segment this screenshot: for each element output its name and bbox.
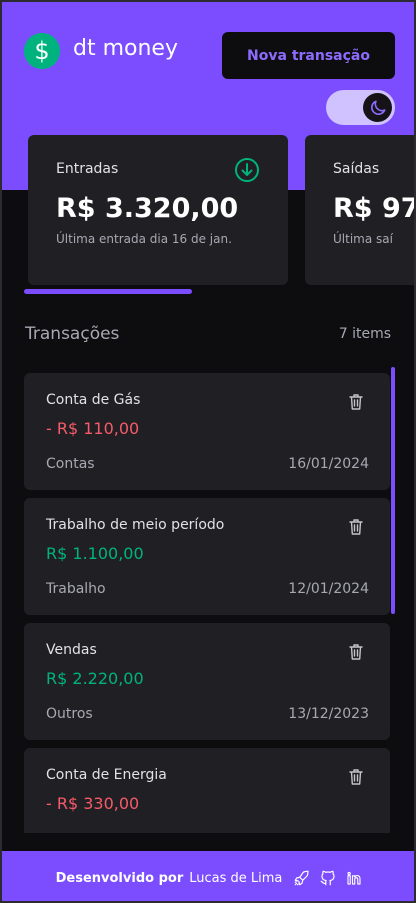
card-value: R$ 97 <box>333 193 416 224</box>
footer: Desenvolvido por Lucas de Lima <box>2 851 414 901</box>
rocket-icon[interactable] <box>292 868 312 888</box>
transaction-date: 13/12/2023 <box>288 706 369 722</box>
summary-cards: Entradas R$ 3.320,00 Última entrada dia … <box>2 135 416 285</box>
dollar-logo-icon: $ <box>24 33 60 69</box>
svg-text:$: $ <box>34 37 49 65</box>
moon-icon <box>363 93 392 122</box>
transaction-description: Conta de Energia <box>46 767 167 783</box>
new-transaction-button[interactable]: Nova transação <box>222 32 395 79</box>
transaction-card[interactable]: Conta de Gás - R$ 110,00 Contas 16/01/20… <box>24 373 390 490</box>
trash-icon[interactable] <box>348 768 364 786</box>
card-subtitle: Última saí <box>333 232 393 246</box>
transaction-category: Outros <box>46 706 93 722</box>
trash-icon[interactable] <box>348 518 364 536</box>
transaction-description: Conta de Gás <box>46 392 141 408</box>
transaction-amount: - R$ 330,00 <box>46 794 140 813</box>
transactions-title: Transações <box>25 324 120 344</box>
transaction-category: Contas <box>46 456 95 472</box>
card-label: Saídas <box>333 161 380 177</box>
app-frame: $ dt money Nova transação Entradas R$ 3.… <box>0 0 416 903</box>
card-subtitle: Última entrada dia 16 de jan. <box>56 232 232 246</box>
summary-card-outcome: Saídas R$ 97 Última saí <box>305 135 416 285</box>
theme-toggle[interactable] <box>326 90 395 125</box>
card-value: R$ 3.320,00 <box>56 193 239 224</box>
transaction-date: 12/01/2024 <box>288 581 369 597</box>
transaction-description: Trabalho de meio período <box>46 517 225 533</box>
carousel-indicator[interactable] <box>24 289 192 294</box>
transactions-scrollbar[interactable] <box>391 367 395 614</box>
transaction-category: Trabalho <box>46 581 106 597</box>
author-name: Lucas de Lima <box>189 870 283 886</box>
trash-icon[interactable] <box>348 643 364 661</box>
summary-card-income: Entradas R$ 3.320,00 Última entrada dia … <box>28 135 288 285</box>
transactions-list[interactable]: Conta de Gás - R$ 110,00 Contas 16/01/20… <box>24 373 390 833</box>
transactions-count: 7 items <box>338 326 391 342</box>
trash-icon[interactable] <box>348 393 364 411</box>
transaction-card[interactable]: Conta de Energia - R$ 330,00 <box>24 748 390 833</box>
card-label: Entradas <box>56 161 119 177</box>
transaction-amount: R$ 1.100,00 <box>46 544 144 563</box>
arrow-down-circle-icon <box>234 157 260 187</box>
transaction-date: 16/01/2024 <box>288 456 369 472</box>
transaction-card[interactable]: Trabalho de meio período R$ 1.100,00 Tra… <box>24 498 390 615</box>
linkedin-icon[interactable] <box>344 868 364 888</box>
github-icon[interactable] <box>318 868 338 888</box>
transaction-amount: R$ 2.220,00 <box>46 669 144 688</box>
transaction-amount: - R$ 110,00 <box>46 419 140 438</box>
transaction-card[interactable]: Vendas R$ 2.220,00 Outros 13/12/2023 <box>24 623 390 740</box>
transaction-description: Vendas <box>46 642 97 658</box>
footer-lead: Desenvolvido por <box>55 870 184 886</box>
app-title: dt money <box>73 36 178 61</box>
